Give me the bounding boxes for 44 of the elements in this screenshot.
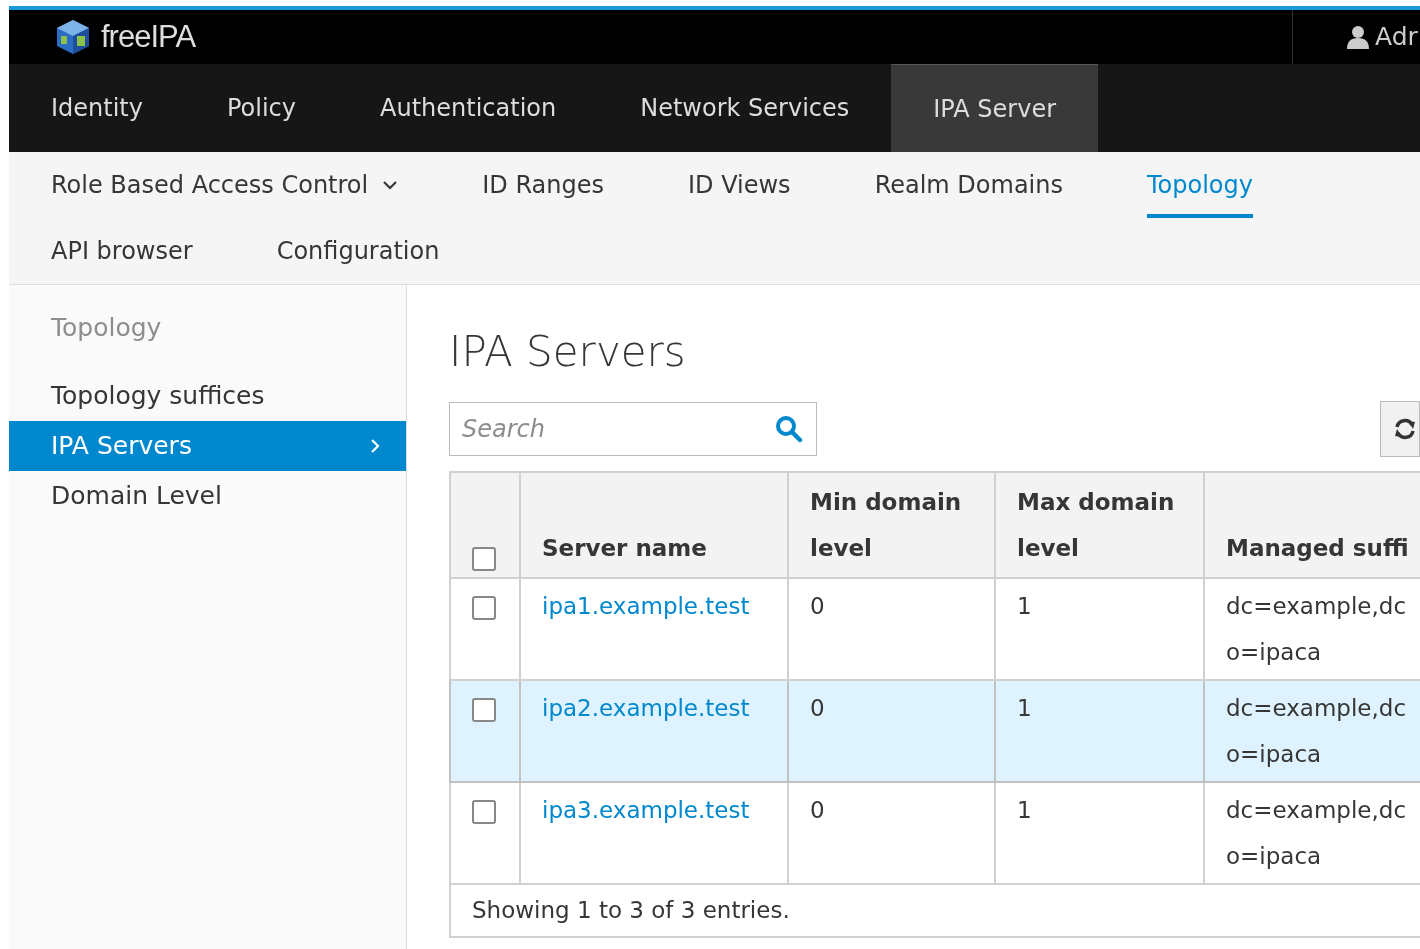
nav-link[interactable]: API browser <box>51 218 235 284</box>
table-cell: 1 <box>1017 695 1032 722</box>
table-cell: dc=example,dc <box>1226 593 1407 620</box>
search-field[interactable]: Search <box>449 402 817 457</box>
sidebar-item[interactable]: IPA Servers <box>9 421 406 471</box>
nav-tab[interactable]: IPA Server <box>891 64 1099 152</box>
nav-link[interactable]: Realm Domains <box>874 152 1105 218</box>
brand-logo[interactable]: freeIPA <box>55 13 196 61</box>
table-cell: 0 <box>810 695 825 722</box>
chevron-down-icon <box>382 180 399 190</box>
user-icon <box>1347 25 1369 49</box>
table-cell: o=ipaca <box>1226 639 1322 666</box>
table-cell: o=ipaca <box>1226 741 1322 768</box>
checkbox[interactable] <box>472 595 496 620</box>
table-cell: 1 <box>1017 797 1032 824</box>
table-cell: 0 <box>810 797 825 824</box>
sidebar-item[interactable]: Domain Level <box>9 471 406 521</box>
sidebar-heading: Topology <box>50 312 163 344</box>
nav-link[interactable]: Configuration <box>276 218 482 284</box>
dropdown-menu-link[interactable]: Role Based Access Control <box>51 152 441 218</box>
refresh-icon <box>1394 417 1416 442</box>
checkbox[interactable] <box>472 799 496 824</box>
table-cell: o=ipaca <box>1226 843 1322 870</box>
checkbox[interactable] <box>472 547 496 572</box>
entries-count: Showing 1 to 3 of 3 entries. <box>472 897 790 924</box>
page-title: IPA Servers <box>449 327 687 378</box>
nav-tab[interactable]: Authentication <box>338 64 599 152</box>
nav-link[interactable]: ID Ranges <box>482 152 646 218</box>
nav-link[interactable]: Topology <box>1147 152 1253 218</box>
checkbox[interactable] <box>472 697 496 722</box>
table-cell: 1 <box>1017 593 1032 620</box>
nav-tab[interactable]: Policy <box>185 64 339 152</box>
table-cell: 0 <box>810 593 825 620</box>
brand-name: freeIPA <box>101 17 196 56</box>
search-icon[interactable] <box>775 415 803 444</box>
nav-link[interactable]: ID Views <box>687 152 833 218</box>
sidebar-item[interactable]: Topology suffices <box>9 371 406 421</box>
cube-icon <box>55 18 91 56</box>
nav-tab[interactable]: Identity <box>9 64 185 152</box>
refresh-button[interactable] <box>1380 401 1420 458</box>
table-cell: dc=example,dc <box>1226 797 1407 824</box>
chevron-right-icon <box>370 438 380 454</box>
nav-tab[interactable]: Network Services <box>598 64 892 152</box>
table-cell: dc=example,dc <box>1226 695 1407 722</box>
